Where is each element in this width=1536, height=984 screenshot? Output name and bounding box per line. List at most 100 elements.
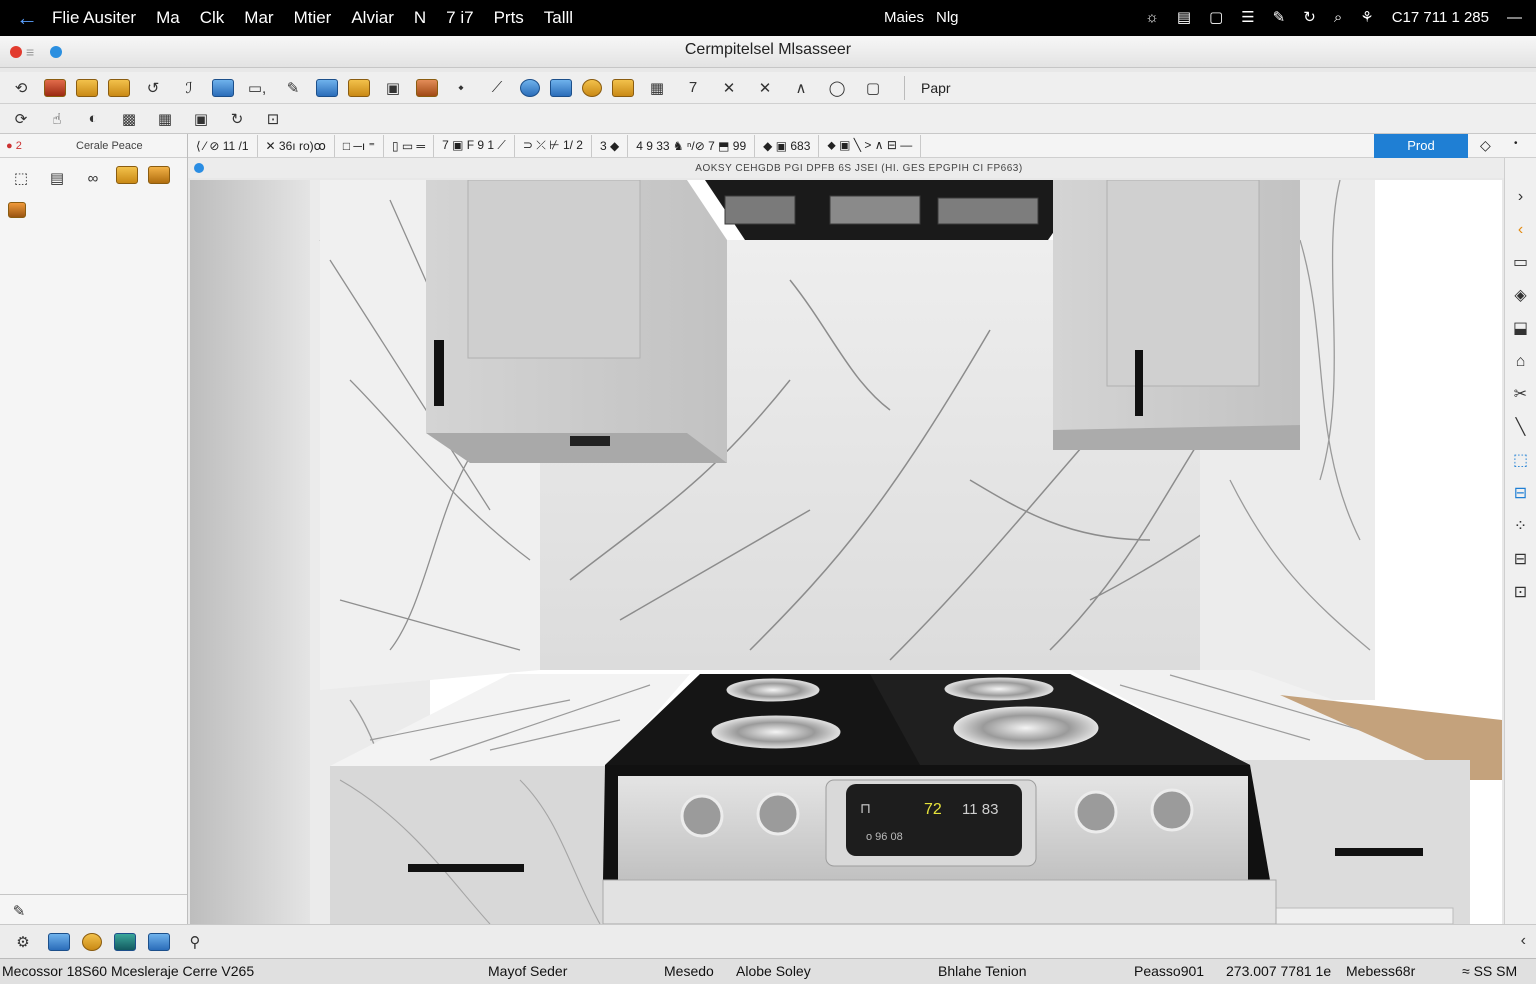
hatch-icon[interactable]: ▦ bbox=[152, 107, 178, 131]
chart-icon[interactable] bbox=[148, 932, 170, 951]
back-arrow-icon[interactable]: ← bbox=[16, 5, 44, 31]
edit-icon[interactable]: ✎ bbox=[280, 76, 306, 100]
diamond-icon[interactable]: ◇ bbox=[1480, 137, 1491, 154]
draw-group-1[interactable]: ⟨ ⁄ ⊘ 11 /1 bbox=[188, 134, 258, 157]
menu-4[interactable]: Mar bbox=[244, 8, 273, 28]
circle-tool-icon[interactable]: ◯ bbox=[824, 76, 850, 100]
draw-group-2[interactable]: ✕ 36ı ro)ꝏ bbox=[258, 134, 335, 157]
rectangle-tool-icon[interactable]: ▢ bbox=[860, 76, 886, 100]
rotate-view-icon[interactable]: ⟲ bbox=[8, 76, 34, 100]
search-icon[interactable]: ⌕ bbox=[1334, 9, 1342, 26]
draw-group-5[interactable]: 7 ▣ F 9 1 ⟋ bbox=[434, 134, 515, 157]
draw-group-10[interactable]: ⬥ ▣ ╲ > ∧ ⊟ ― bbox=[819, 134, 922, 157]
menu-2[interactable]: Ma bbox=[156, 8, 180, 28]
material-icon[interactable] bbox=[44, 78, 66, 97]
document-icon[interactable]: ▢ bbox=[1209, 8, 1223, 26]
refresh-icon[interactable]: ↻ bbox=[1303, 8, 1316, 26]
angle-tool-icon[interactable]: ∧ bbox=[788, 76, 814, 100]
orbit-icon[interactable]: ⟳ bbox=[8, 107, 34, 131]
menu-10[interactable]: Talll bbox=[544, 8, 573, 28]
pattern-icon[interactable]: ▩ bbox=[116, 107, 142, 131]
more-icon[interactable]: — bbox=[1507, 9, 1522, 26]
printer-icon[interactable]: ▤ bbox=[1177, 8, 1191, 26]
draw-group-3[interactable]: □ ─ı ⁼ bbox=[335, 134, 384, 157]
draw-group-4[interactable]: ▯ ▭ ═ bbox=[384, 134, 435, 157]
grid-icon[interactable] bbox=[212, 78, 234, 97]
dimension-icon[interactable]: ⊟ bbox=[1510, 549, 1532, 571]
x-tool-icon[interactable]: ✕ bbox=[752, 76, 778, 100]
walk-icon[interactable] bbox=[8, 202, 26, 218]
frame-icon[interactable]: ▭, bbox=[244, 76, 270, 100]
line-tool-icon[interactable]: ℐ bbox=[176, 76, 202, 100]
measure-icon[interactable]: ⬚ bbox=[1510, 450, 1532, 472]
hand-icon[interactable]: ☝ bbox=[44, 107, 70, 131]
photo-icon[interactable] bbox=[116, 166, 138, 184]
box-icon[interactable] bbox=[612, 78, 634, 97]
folder-icon[interactable] bbox=[48, 932, 70, 951]
ruler-icon[interactable]: ⟋ bbox=[484, 76, 510, 100]
eraser-icon[interactable]: ◈ bbox=[1510, 285, 1532, 307]
frame-select-icon[interactable]: ▣ bbox=[380, 76, 406, 100]
library-icon[interactable] bbox=[348, 78, 370, 97]
status-mid-4: Bhlahe Tenion bbox=[938, 963, 1027, 979]
tag-icon[interactable]: ⬩ bbox=[448, 76, 474, 100]
menu-7[interactable]: N bbox=[414, 8, 426, 28]
collapse-icon[interactable]: ‹ bbox=[1510, 219, 1532, 241]
menu-file[interactable]: Flie Ausiter bbox=[52, 8, 136, 28]
layers-icon[interactable] bbox=[316, 78, 338, 97]
list-icon[interactable]: ☰ bbox=[1241, 8, 1254, 26]
person-icon[interactable] bbox=[148, 166, 170, 184]
brightness-icon[interactable]: ☼ bbox=[1145, 9, 1159, 26]
reload-icon[interactable]: ↻ bbox=[224, 107, 250, 131]
pen-icon[interactable]: ✎ bbox=[1273, 8, 1286, 26]
menu-3[interactable]: Clk bbox=[200, 8, 225, 28]
tool-gear-icon[interactable]: ⚙ bbox=[10, 930, 36, 954]
model-viewport[interactable]: ⊓ 72 11 83 o 96 08 bbox=[190, 180, 1502, 924]
draw-group-7[interactable]: 3 ◆ bbox=[592, 134, 629, 157]
bucket-icon[interactable]: ⬓ bbox=[1510, 318, 1532, 340]
cross-tool-icon[interactable]: ✕ bbox=[716, 76, 742, 100]
link-icon[interactable]: ∞ bbox=[80, 166, 106, 190]
download-icon[interactable] bbox=[114, 932, 136, 951]
pencil-icon[interactable]: ✎ bbox=[6, 899, 32, 923]
network-icon[interactable]: ⚘ bbox=[1360, 8, 1373, 26]
draw-group-6[interactable]: ⊃ ⤫ ⊬ 1/ 2 bbox=[515, 134, 592, 157]
menu-8[interactable]: 7 i7 bbox=[446, 8, 473, 28]
paper-label[interactable]: Papr bbox=[921, 80, 951, 96]
menubar-center-right[interactable]: Nlg bbox=[936, 9, 959, 26]
text-icon[interactable]: ⊡ bbox=[1510, 582, 1532, 604]
wall-icon[interactable] bbox=[416, 78, 438, 97]
line-icon[interactable]: ╲ bbox=[1510, 417, 1532, 439]
search-tool-icon[interactable]: ⚲ bbox=[182, 930, 208, 954]
menu-5[interactable]: Mtier bbox=[294, 8, 332, 28]
select-tool-icon[interactable]: ⬚ bbox=[8, 166, 34, 190]
grid-dots-icon[interactable]: ⁘ bbox=[1510, 516, 1532, 538]
left-panel-tab-a[interactable]: ● 2 bbox=[0, 140, 64, 152]
open-folder-icon[interactable] bbox=[76, 78, 98, 97]
tab-prod[interactable]: Prod bbox=[1374, 134, 1468, 158]
stamp-icon[interactable]: ⊡ bbox=[260, 107, 286, 131]
person-tool-icon[interactable] bbox=[82, 932, 102, 951]
book-icon[interactable]: ▤ bbox=[44, 166, 70, 190]
calculator-icon[interactable]: ▦ bbox=[644, 76, 670, 100]
paint-icon[interactable] bbox=[582, 78, 602, 97]
globe-icon[interactable] bbox=[520, 78, 540, 97]
menu-6[interactable]: Alviar bbox=[351, 8, 394, 28]
window-icon[interactable]: ▭ bbox=[1510, 252, 1532, 274]
slash-tool-icon[interactable]: 7 bbox=[680, 76, 706, 100]
expand-icon[interactable]: › bbox=[1510, 186, 1532, 208]
house-icon[interactable]: ⌂ bbox=[1510, 351, 1532, 373]
section-icon[interactable]: ⊟ bbox=[1510, 483, 1532, 505]
menu-9[interactable]: Prts bbox=[494, 8, 524, 28]
draw-group-8[interactable]: 4 9 33 ♞ ⁿ/⊘ 7 ⬒ 99 bbox=[628, 134, 756, 157]
sphere-icon[interactable]: ◐ bbox=[80, 107, 106, 131]
left-panel-tab-b[interactable]: Cerale Peace bbox=[64, 140, 187, 152]
refresh-model-icon[interactable]: ↺ bbox=[140, 76, 166, 100]
menubar-center-left[interactable]: Maies bbox=[884, 9, 924, 26]
draw-group-9[interactable]: ◆ ▣ 683 bbox=[755, 134, 820, 157]
chevron-left-icon[interactable]: ‹ bbox=[1521, 932, 1526, 950]
cursor-icon[interactable] bbox=[550, 78, 572, 97]
save-icon[interactable] bbox=[108, 78, 130, 97]
scissors-icon[interactable]: ✂ bbox=[1510, 384, 1532, 406]
component-icon[interactable]: ▣ bbox=[188, 107, 214, 131]
